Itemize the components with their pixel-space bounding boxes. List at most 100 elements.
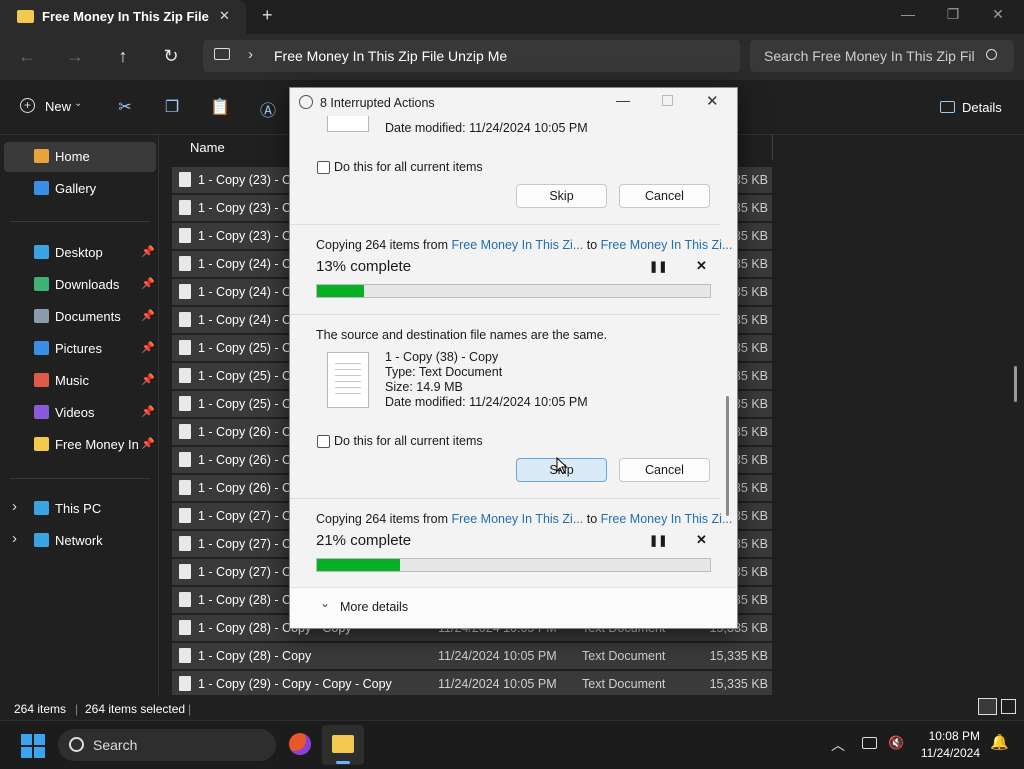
clock-time[interactable]: 10:08 PM xyxy=(912,729,980,743)
cut-icon[interactable]: ✂ xyxy=(114,97,136,117)
notification-bell-icon[interactable]: 🔔 xyxy=(990,733,1009,751)
do-this-for-all-checkbox[interactable] xyxy=(317,161,330,174)
source-link[interactable]: Free Money In This Zi... xyxy=(451,238,583,252)
sidebar-item-this-pc[interactable]: › This PC xyxy=(0,494,156,524)
progress-fill xyxy=(317,285,365,297)
firefox-icon[interactable] xyxy=(289,733,311,755)
sidebar-item-label: Pictures xyxy=(55,341,102,356)
plus-circle-icon: + xyxy=(20,98,35,113)
more-details-link[interactable]: More details xyxy=(340,600,408,614)
sidebar-item-label: Documents xyxy=(55,309,121,324)
back-arrow-icon[interactable]: ← xyxy=(15,46,39,67)
progress-percent: 13% complete xyxy=(316,258,412,275)
dialog-minimize-button[interactable]: — xyxy=(616,92,630,108)
sidebar-item-home[interactable]: Home xyxy=(4,142,156,172)
pin-icon: 📌 xyxy=(141,374,155,386)
conflict-message: The source and destination file names ar… xyxy=(316,328,608,342)
pin-icon: 📌 xyxy=(141,438,155,450)
minimize-button[interactable]: — xyxy=(898,6,918,22)
destination-link[interactable]: Free Money In This Zi... xyxy=(601,512,733,526)
new-tab-button[interactable]: + xyxy=(262,5,273,26)
sidebar-item-documents[interactable]: Documents 📌 xyxy=(0,302,156,332)
source-link[interactable]: Free Money In This Zi... xyxy=(451,512,583,526)
new-button[interactable]: + New ⌄ xyxy=(18,96,84,118)
expand-chevron-icon[interactable]: › xyxy=(12,530,17,547)
sidebar-item-videos[interactable]: Videos 📌 xyxy=(0,398,156,428)
search-icon[interactable] xyxy=(986,49,997,60)
do-this-for-all-label: Do this for all current items xyxy=(334,160,483,174)
text-file-icon xyxy=(179,424,191,439)
table-row[interactable]: 1 - Copy (29) - Copy - Copy - Copy 11/24/… xyxy=(172,671,772,697)
refresh-icon[interactable]: ↻ xyxy=(159,46,183,67)
dialog-content: Date modified: 11/24/2024 10:05 PM Do th… xyxy=(290,116,737,587)
copy-prefix: Copying 264 items from xyxy=(316,238,452,252)
forward-arrow-icon[interactable]: → xyxy=(63,46,87,67)
to-word: to xyxy=(583,238,601,252)
table-row[interactable]: 1 - Copy (28) - Copy 11/24/2024 10:05 PM T… xyxy=(172,643,772,669)
details-button[interactable]: Details xyxy=(938,98,1004,118)
details-label: Details xyxy=(962,100,1002,115)
section-divider xyxy=(290,224,720,225)
cancel-button[interactable]: Cancel xyxy=(619,458,710,482)
progress-percent: 21% complete xyxy=(316,532,412,549)
cancel-button[interactable]: Cancel xyxy=(619,184,710,208)
file-explorer-taskbar-button[interactable] xyxy=(322,725,364,765)
file-name: 1 - Copy (26) - Co xyxy=(198,481,299,495)
text-file-icon xyxy=(179,620,191,635)
volume-muted-icon[interactable]: 🔇 xyxy=(888,735,904,751)
rename-icon[interactable]: Ⓐ xyxy=(257,97,279,121)
copy-prefix: Copying 264 items from xyxy=(316,512,452,526)
details-view-icon[interactable] xyxy=(978,698,997,715)
destination-link[interactable]: Free Money In This Zi... xyxy=(601,238,733,252)
dialog-close-button[interactable]: ✕ xyxy=(706,92,719,110)
text-file-icon xyxy=(179,284,191,299)
explorer-tab[interactable]: Free Money In This Zip File Un ✕ xyxy=(0,0,246,34)
copy-icon[interactable]: ❐ xyxy=(161,97,183,117)
dialog-scrollbar-thumb[interactable] xyxy=(726,396,729,516)
tiles-view-icon[interactable] xyxy=(1001,699,1016,714)
pause-icon[interactable]: ❚❚ xyxy=(649,534,667,547)
paste-icon[interactable]: 📋 xyxy=(209,97,231,117)
sidebar-divider xyxy=(10,221,150,222)
text-file-icon xyxy=(179,228,191,243)
sidebar-item-desktop[interactable]: Desktop 📌 xyxy=(0,238,156,268)
pictures-icon xyxy=(34,341,49,355)
sidebar-item-gallery[interactable]: Gallery xyxy=(0,174,156,204)
address-bar[interactable]: › Free Money In This Zip File Unzip Me xyxy=(203,40,740,72)
network-icon[interactable] xyxy=(862,737,877,749)
close-tab-icon[interactable]: ✕ xyxy=(219,8,230,24)
sidebar-item-pictures[interactable]: Pictures 📌 xyxy=(0,334,156,364)
chevron-up-icon[interactable]: ︿ xyxy=(831,735,845,755)
windows-start-icon[interactable] xyxy=(21,734,45,758)
sidebar-divider xyxy=(10,478,150,479)
clock-date[interactable]: 11/24/2024 xyxy=(912,746,980,760)
stop-icon[interactable]: ✕ xyxy=(696,532,707,548)
file-date-modified: 11/24/2024 10:05 PM xyxy=(438,649,557,663)
stop-icon[interactable]: ✕ xyxy=(696,258,707,274)
file-name: 1 - Copy (28) - Co xyxy=(198,593,299,607)
expand-chevron-icon[interactable]: › xyxy=(12,498,17,515)
restore-button[interactable]: ❐ xyxy=(943,6,963,23)
skip-button[interactable]: Skip xyxy=(516,184,607,208)
pin-icon: 📌 xyxy=(141,406,155,418)
sidebar-item-downloads[interactable]: Downloads 📌 xyxy=(0,270,156,300)
sidebar-item-music[interactable]: Music 📌 xyxy=(0,366,156,396)
pause-icon[interactable]: ❚❚ xyxy=(649,260,667,273)
vertical-scrollbar-thumb[interactable] xyxy=(1014,366,1017,402)
top-date-modified: Date modified: 11/24/2024 10:05 PM xyxy=(385,121,588,135)
up-arrow-icon[interactable]: ↑ xyxy=(111,46,135,67)
close-window-button[interactable]: ✕ xyxy=(988,6,1008,23)
search-icon xyxy=(69,737,84,752)
file-name: 1 - Copy (25) - Co xyxy=(198,397,299,411)
sidebar-item-network[interactable]: › Network xyxy=(0,526,156,556)
sidebar-item-free-money-in-t[interactable]: Free Money In T 📌 xyxy=(0,430,156,460)
breadcrumb-chevron-icon: › xyxy=(248,46,253,63)
search-input[interactable]: Search Free Money In This Zip Fil xyxy=(764,48,974,64)
text-file-icon xyxy=(179,452,191,467)
folder-icon xyxy=(332,735,354,753)
taskbar-search-box[interactable]: Search xyxy=(58,729,276,761)
search-box[interactable]: Search Free Money In This Zip Fil xyxy=(750,40,1014,72)
do-this-for-all-checkbox[interactable] xyxy=(317,435,330,448)
chevron-down-icon[interactable]: ⌄ xyxy=(320,596,330,610)
file-name: 1 - Copy (24) - Co xyxy=(198,285,299,299)
